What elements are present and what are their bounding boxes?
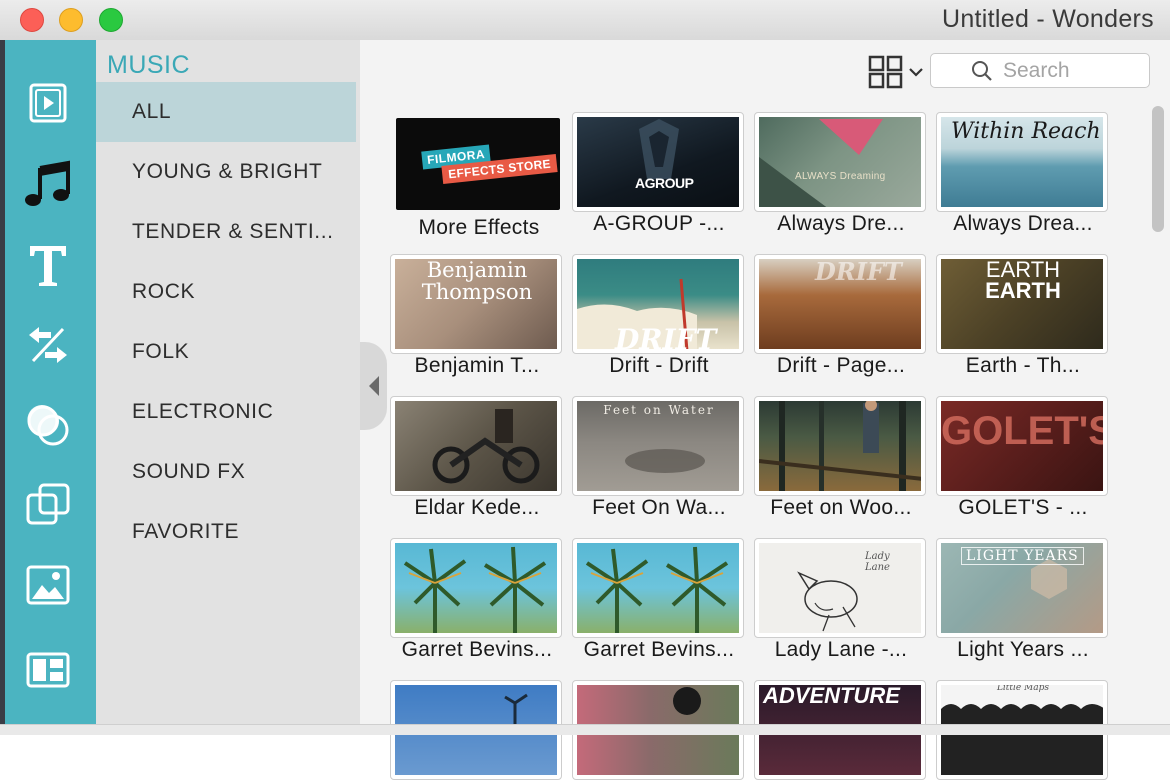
track-title: Always Drea... bbox=[953, 212, 1093, 235]
track-title: Drift - Drift bbox=[609, 354, 709, 377]
split-screen-icon bbox=[26, 652, 70, 688]
chevron-down-icon bbox=[909, 68, 923, 77]
track-thumbnail: DRIFT bbox=[754, 254, 926, 354]
text-icon bbox=[30, 246, 66, 286]
track-thumbnail: Within Reach bbox=[936, 112, 1108, 212]
search-icon bbox=[972, 61, 992, 81]
vertical-scrollbar[interactable] bbox=[1150, 98, 1167, 724]
chevron-left-icon bbox=[368, 376, 379, 396]
thumb-caption: ALWAYS Dreaming bbox=[795, 171, 886, 182]
filters-button[interactable] bbox=[23, 400, 73, 450]
window-bottom-edge bbox=[0, 724, 1170, 735]
section-title: MUSIC bbox=[107, 51, 191, 79]
media-tool-sidebar bbox=[5, 40, 96, 724]
scrollbar-thumb[interactable] bbox=[1152, 106, 1164, 232]
text-titles-button[interactable] bbox=[23, 240, 73, 290]
elements-icon bbox=[26, 565, 70, 605]
thumb-caption: Benjamin Thompson bbox=[421, 259, 533, 304]
track-title: Eldar Kede... bbox=[414, 496, 540, 519]
thumb-caption: DRIFT bbox=[615, 323, 717, 349]
track-thumbnail: LIGHT YEARS bbox=[936, 538, 1108, 638]
track-title: Always Dre... bbox=[777, 212, 905, 235]
transition-icon bbox=[29, 327, 67, 363]
track-title: Garret Bevins... bbox=[583, 638, 735, 661]
category-electronic[interactable]: ELECTRONIC bbox=[96, 382, 356, 442]
track-title: Drift - Page... bbox=[776, 354, 906, 377]
track-thumbnail: Feet on Water bbox=[572, 396, 744, 496]
category-folk[interactable]: FOLK bbox=[96, 322, 356, 382]
view-mode-dropdown[interactable] bbox=[868, 55, 926, 89]
media-icon bbox=[29, 83, 67, 123]
zoom-window-button[interactable] bbox=[99, 8, 123, 32]
filters-icon bbox=[27, 405, 69, 446]
overlays-icon bbox=[26, 483, 70, 525]
thumb-caption-bold: EARTH bbox=[985, 278, 1061, 303]
track-thumbnail bbox=[390, 538, 562, 638]
category-rock[interactable]: ROCK bbox=[96, 262, 356, 322]
category-favorite[interactable]: FAVORITE bbox=[96, 502, 356, 562]
music-note-icon bbox=[25, 160, 70, 206]
track-thumbnail bbox=[754, 396, 926, 496]
category-young-bright[interactable]: YOUNG & BRIGHT bbox=[96, 142, 356, 202]
track-thumbnail: EARTH EARTH bbox=[936, 254, 1108, 354]
category-sound-fx[interactable]: SOUND FX bbox=[96, 442, 356, 502]
track-title: More Effects bbox=[418, 216, 540, 239]
media-library-button[interactable] bbox=[23, 80, 73, 130]
search-box[interactable] bbox=[930, 53, 1150, 88]
track-title: Garret Bevins... bbox=[401, 638, 553, 661]
split-screen-button[interactable] bbox=[23, 645, 73, 695]
thumb-caption: ADVENTURE bbox=[763, 685, 900, 708]
track-thumbnail: ALWAYS Dreaming bbox=[754, 112, 926, 212]
thumb-caption: Lady Lane bbox=[865, 551, 890, 573]
music-category-panel: MUSIC ALL YOUNG & BRIGHT TENDER & SENTI.… bbox=[96, 40, 360, 724]
track-thumbnail: GOLET'S bbox=[936, 396, 1108, 496]
search-input[interactable] bbox=[1003, 58, 1143, 83]
transitions-button[interactable] bbox=[23, 320, 73, 370]
close-window-button[interactable] bbox=[20, 8, 44, 32]
track-title: Benjamin T... bbox=[414, 354, 540, 377]
track-title: Feet on Woo... bbox=[770, 496, 912, 519]
category-tender-sentimental[interactable]: TENDER & SENTI... bbox=[96, 202, 356, 262]
elements-button[interactable] bbox=[23, 560, 73, 610]
track-title: Light Years ... bbox=[957, 638, 1089, 661]
track-thumbnail: Lady Lane bbox=[754, 538, 926, 638]
collapse-panel-button[interactable] bbox=[360, 342, 387, 430]
track-thumbnail: Benjamin Thompson bbox=[390, 254, 562, 354]
track-thumbnail bbox=[572, 538, 744, 638]
thumb-caption: Within Reach bbox=[951, 119, 1101, 144]
track-title: Lady Lane -... bbox=[774, 638, 908, 661]
track-title: Earth - Th... bbox=[965, 354, 1081, 377]
track-title: GOLET'S - ... bbox=[958, 496, 1088, 519]
title-bar: Untitled - Wonders bbox=[0, 0, 1170, 41]
track-title: A-GROUP -... bbox=[593, 212, 725, 235]
overlays-button[interactable] bbox=[23, 480, 73, 530]
grid-view-icon bbox=[868, 55, 903, 89]
music-library-button[interactable] bbox=[23, 160, 73, 210]
thumb-caption: AGROUP bbox=[635, 175, 694, 191]
track-thumbnail: DRIFT bbox=[572, 254, 744, 354]
window-title: Untitled - Wonders bbox=[942, 5, 1154, 33]
thumb-caption: DRIFT bbox=[815, 259, 902, 286]
minimize-window-button[interactable] bbox=[59, 8, 83, 32]
track-thumbnail: AGROUP bbox=[572, 112, 744, 212]
category-all[interactable]: ALL bbox=[96, 82, 356, 142]
thumb-caption: GOLET'S bbox=[941, 409, 1103, 453]
track-thumbnail: FILMORA EFFECTS STORE bbox=[392, 114, 564, 214]
track-title: Feet On Wa... bbox=[592, 496, 726, 519]
thumb-caption: LIGHT YEARS bbox=[961, 547, 1084, 565]
track-thumbnail bbox=[390, 396, 562, 496]
